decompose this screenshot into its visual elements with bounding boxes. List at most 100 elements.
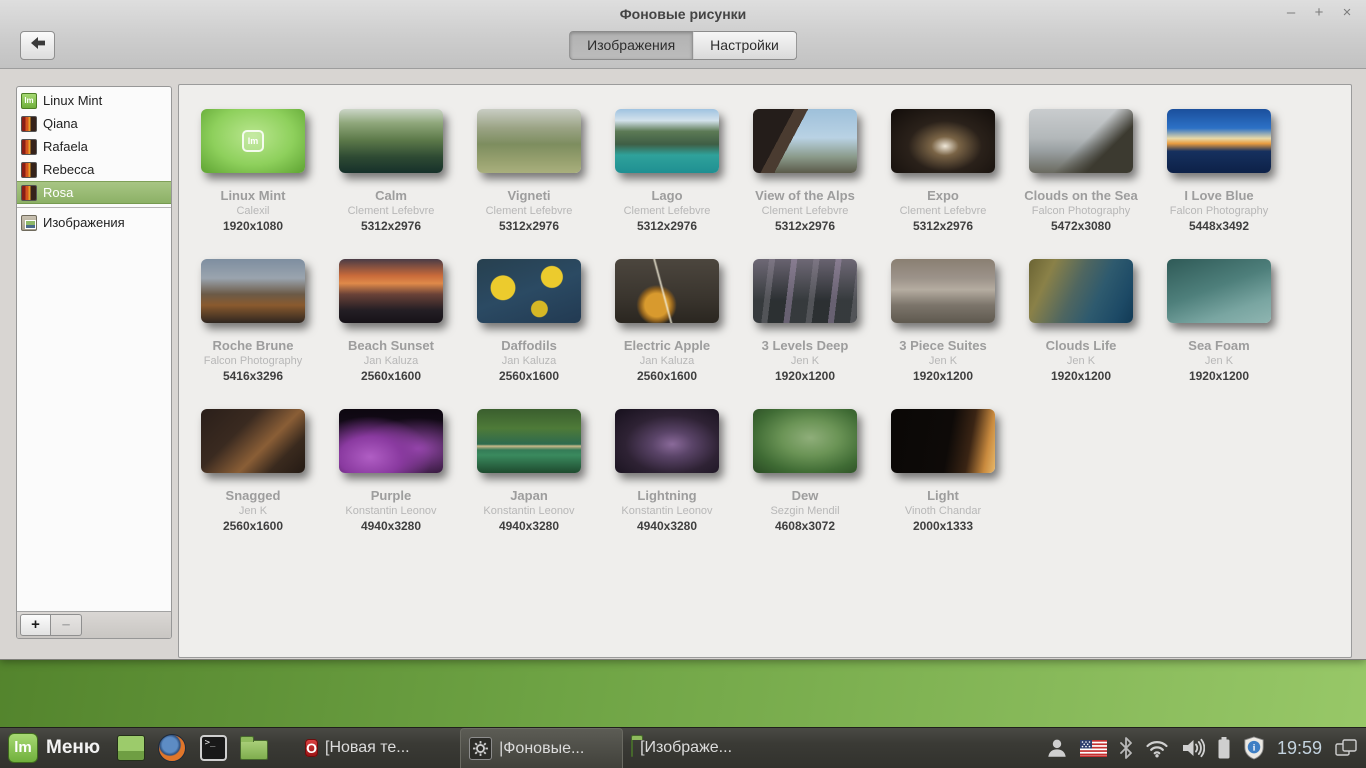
sidebar-item[interactable]: Qiana xyxy=(17,112,171,135)
wallpaper-thumbnail[interactable] xyxy=(891,259,995,323)
sidebar-toolbar: + – xyxy=(17,611,171,638)
wallpaper-name: Snagged xyxy=(184,487,322,504)
wallpaper-thumbnail[interactable] xyxy=(753,109,857,173)
wallpaper-item[interactable]: Expo Clement Lefebvre 5312x2976 xyxy=(874,109,1012,234)
wallpaper-thumbnail[interactable] xyxy=(477,259,581,323)
wallpaper-name: Sea Foam xyxy=(1150,337,1288,354)
wallpaper-thumbnail[interactable] xyxy=(339,409,443,473)
wallpaper-thumbnail[interactable] xyxy=(615,409,719,473)
wallpaper-item[interactable]: Lago Clement Lefebvre 5312x2976 xyxy=(598,109,736,234)
clock[interactable]: 19:59 xyxy=(1277,738,1322,759)
launchers: >_ xyxy=(116,733,269,763)
menu-button[interactable]: lm Меню xyxy=(0,728,110,768)
sidebar-item[interactable]: Изображения xyxy=(17,211,171,234)
workspace-switcher-icon[interactable] xyxy=(1334,737,1358,759)
wallpaper-thumbnail[interactable] xyxy=(201,409,305,473)
taskbar-window-button[interactable]: |Фоновые... xyxy=(460,728,623,768)
wallpaper-item[interactable]: Sea Foam Jen K 1920x1200 xyxy=(1150,259,1288,384)
wallpaper-item[interactable]: Vigneti Clement Lefebvre 5312x2976 xyxy=(460,109,598,234)
sidebar-item[interactable]: Rafaela xyxy=(17,135,171,158)
wallpaper-thumbnail[interactable] xyxy=(339,109,443,173)
volume-icon[interactable] xyxy=(1181,737,1205,759)
wallpaper-item[interactable]: Purple Konstantin Leonov 4940x3280 xyxy=(322,409,460,534)
files-icon[interactable] xyxy=(239,733,269,763)
sidebar-item[interactable]: lm Linux Mint xyxy=(17,89,171,112)
bluetooth-icon[interactable] xyxy=(1119,737,1133,759)
wallpaper-item[interactable]: Roche Brune Falcon Photography 5416x3296 xyxy=(184,259,322,384)
wallpaper-author: Falcon Photography xyxy=(1012,204,1150,218)
close-button[interactable]: × xyxy=(1338,4,1356,22)
wallpaper-author: Vinoth Chandar xyxy=(874,504,1012,518)
wallpaper-thumbnail[interactable]: lm xyxy=(201,109,305,173)
remove-folder-button[interactable]: – xyxy=(51,614,82,636)
wallpaper-thumbnail[interactable] xyxy=(753,259,857,323)
wallpaper-name: Beach Sunset xyxy=(322,337,460,354)
wallpaper-thumbnail[interactable] xyxy=(615,259,719,323)
wallpaper-item[interactable]: Calm Clement Lefebvre 5312x2976 xyxy=(322,109,460,234)
wallpaper-thumbnail[interactable] xyxy=(1029,109,1133,173)
taskbar-window-button[interactable]: O [Новая те... xyxy=(297,728,460,768)
pictures-icon xyxy=(21,215,37,231)
wallpaper-thumbnail[interactable] xyxy=(339,259,443,323)
wallpaper-item[interactable]: Japan Konstantin Leonov 4940x3280 xyxy=(460,409,598,534)
wallpaper-item[interactable]: Dew Sezgin Mendil 4608x3072 xyxy=(736,409,874,534)
wallpaper-item[interactable]: Clouds on the Sea Falcon Photography 547… xyxy=(1012,109,1150,234)
wallpaper-item[interactable]: Clouds Life Jen K 1920x1200 xyxy=(1012,259,1150,384)
show-desktop-icon[interactable] xyxy=(116,733,146,763)
wifi-icon[interactable] xyxy=(1145,738,1169,758)
wallpaper-thumbnail[interactable] xyxy=(1167,109,1271,173)
wallpaper-resolution: 1920x1080 xyxy=(184,218,322,234)
wallpaper-thumbnail[interactable] xyxy=(891,109,995,173)
wallpaper-name: Linux Mint xyxy=(184,187,322,204)
wallpaper-item[interactable]: lm Linux Mint Calexil 1920x1080 xyxy=(184,109,322,234)
sidebar-item[interactable]: Rosa xyxy=(17,181,171,204)
titlebar[interactable]: Фоновые рисунки – + × xyxy=(0,0,1366,28)
wallpaper-item[interactable]: I Love Blue Falcon Photography 5448x3492 xyxy=(1150,109,1288,234)
wallpaper-item[interactable]: Beach Sunset Jan Kaluza 2560x1600 xyxy=(322,259,460,384)
sidebar-item[interactable]: Rebecca xyxy=(17,158,171,181)
wallpaper-author: Jan Kaluza xyxy=(322,354,460,368)
terminal-icon[interactable]: >_ xyxy=(198,733,228,763)
wallpaper-thumbnail[interactable] xyxy=(477,109,581,173)
firefox-icon[interactable] xyxy=(157,733,187,763)
wallpaper-thumbnail[interactable] xyxy=(477,409,581,473)
wallpaper-item[interactable]: Daffodils Jan Kaluza 2560x1600 xyxy=(460,259,598,384)
wallpaper-thumbnail[interactable] xyxy=(1029,259,1133,323)
update-shield-icon[interactable]: i xyxy=(1243,736,1265,760)
wallpaper-name: Calm xyxy=(322,187,460,204)
tab-inactive[interactable]: Настройки xyxy=(693,31,797,60)
wallpaper-item[interactable]: Electric Apple Jan Kaluza 2560x1600 xyxy=(598,259,736,384)
keyboard-layout-us-icon[interactable] xyxy=(1080,740,1107,757)
wallpaper-thumbnail[interactable] xyxy=(891,409,995,473)
minimize-button[interactable]: – xyxy=(1282,4,1300,22)
wallpaper-thumbnail[interactable] xyxy=(1167,259,1271,323)
wallpaper-thumbnail[interactable] xyxy=(615,109,719,173)
wallpaper-item[interactable]: Light Vinoth Chandar 2000x1333 xyxy=(874,409,1012,534)
wallpaper-author: Sezgin Mendil xyxy=(736,504,874,518)
wallpaper-author: Falcon Photography xyxy=(1150,204,1288,218)
maximize-button[interactable]: + xyxy=(1310,4,1328,22)
add-folder-button[interactable]: + xyxy=(20,614,51,636)
wallpaper-author: Konstantin Leonov xyxy=(460,504,598,518)
wallpaper-name: Lightning xyxy=(598,487,736,504)
wallpaper-author: Clement Lefebvre xyxy=(874,204,1012,218)
tab-active[interactable]: Изображения xyxy=(569,31,693,60)
window-title: Фоновые рисунки xyxy=(0,6,1366,22)
back-button[interactable] xyxy=(20,31,55,60)
wallpaper-author: Konstantin Leonov xyxy=(598,504,736,518)
user-icon[interactable] xyxy=(1046,737,1068,759)
wallpaper-resolution: 2000x1333 xyxy=(874,518,1012,534)
collection-icon xyxy=(21,116,37,132)
taskbar-window-button[interactable]: [Изображе... xyxy=(623,728,786,768)
wallpaper-item[interactable]: View of the Alps Clement Lefebvre 5312x2… xyxy=(736,109,874,234)
wallpaper-item[interactable]: 3 Levels Deep Jen K 1920x1200 xyxy=(736,259,874,384)
wallpaper-name: Vigneti xyxy=(460,187,598,204)
wallpaper-resolution: 1920x1200 xyxy=(1150,368,1288,384)
battery-icon[interactable] xyxy=(1217,736,1231,760)
wallpaper-item[interactable]: Lightning Konstantin Leonov 4940x3280 xyxy=(598,409,736,534)
wallpaper-thumbnail[interactable] xyxy=(753,409,857,473)
wallpaper-thumbnail[interactable] xyxy=(201,259,305,323)
wallpaper-item[interactable]: 3 Piece Suites Jen K 1920x1200 xyxy=(874,259,1012,384)
wallpaper-item[interactable]: Snagged Jen K 2560x1600 xyxy=(184,409,322,534)
wallpaper-author: Jen K xyxy=(1150,354,1288,368)
